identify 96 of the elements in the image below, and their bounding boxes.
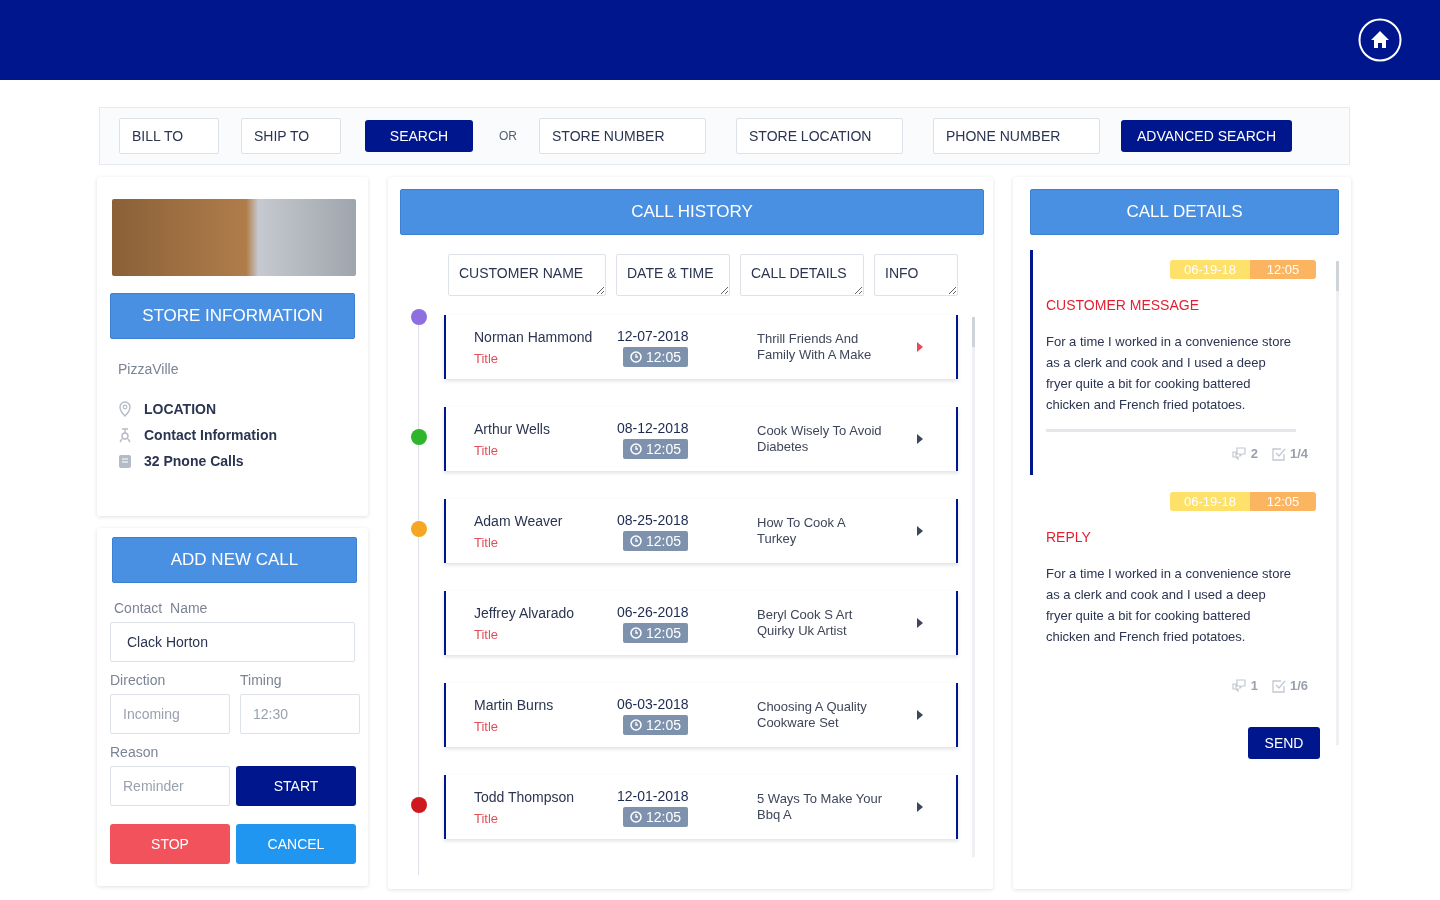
- message-text: For a time I worked in a convenience store as a clerk and cook and I used a deep fryer quite a bit for cooking battered chicken and French fried potatoes.: [1046, 565, 1292, 646]
- play-arrow-icon[interactable]: [917, 802, 923, 812]
- customer-name: Martin Burns: [474, 696, 555, 713]
- call-details-text: 5 Ways To Make Your Bbq A: [757, 791, 883, 823]
- search-field[interactable]: BILL TO: [119, 118, 219, 154]
- play-arrow-icon[interactable]: [917, 618, 923, 628]
- call-row[interactable]: Jeffrey Alvarado Title 06-26-2018 12:05 Beryl Cook S Art Quirky Uk Artist: [444, 591, 958, 655]
- message-heading: CUSTOMER MESSAGE: [1046, 297, 1200, 313]
- customer-title: Title: [474, 534, 500, 550]
- call-row[interactable]: Adam Weaver Title 08-25-2018 12:05 How To Cook A Turkey: [444, 499, 958, 563]
- task-count: 1/6: [1289, 678, 1308, 693]
- reason-field[interactable]: Reminder: [110, 766, 230, 806]
- comments-icon: [1230, 446, 1247, 461]
- call-time: 12:05: [646, 716, 682, 733]
- call-date: 08-25-2018: [617, 511, 690, 528]
- column-filter-field[interactable]: CUSTOMER NAME: [448, 254, 606, 296]
- search-field[interactable]: STORE NUMBER: [539, 118, 706, 154]
- call-time: 12:05: [646, 532, 682, 549]
- call-row[interactable]: Martin Burns Title 06-03-2018 12:05 Choosing A Quality Cookware Set: [444, 683, 958, 747]
- customer-title: Title: [474, 350, 500, 366]
- clock-icon: [630, 718, 642, 731]
- call-time: 12:05: [646, 808, 682, 825]
- call-history-header: CALL HISTORY: [400, 189, 984, 235]
- message-time: 12:05: [1250, 260, 1316, 279]
- call-time: 12:05: [646, 348, 682, 365]
- field-label: Contact Name: [114, 600, 209, 616]
- call-date: 08-12-2018: [617, 419, 690, 436]
- call-date: 12-01-2018: [617, 787, 690, 804]
- call-time: 12:05: [646, 440, 682, 457]
- call-date: 06-03-2018: [617, 695, 690, 712]
- play-arrow-icon[interactable]: [917, 526, 923, 536]
- start-button[interactable]: START: [236, 766, 356, 806]
- field-label: Direction: [110, 672, 167, 688]
- call-time: 12:05: [646, 624, 682, 641]
- home-icon[interactable]: [1358, 18, 1402, 62]
- customer-title: Title: [474, 442, 500, 458]
- person-icon: [118, 427, 132, 443]
- comment-count: 1: [1250, 678, 1258, 693]
- column-filter-field[interactable]: CALL DETAILS: [740, 254, 864, 296]
- location-pin-icon: [118, 401, 132, 417]
- customer-title: Title: [474, 626, 500, 642]
- timing-field[interactable]: 12:30: [240, 694, 360, 734]
- customer-name: Todd Thompson: [474, 788, 576, 805]
- contact-name-field[interactable]: Clack Horton: [110, 622, 355, 662]
- clock-icon: [630, 810, 642, 823]
- message-date: 06-19-18: [1170, 260, 1250, 279]
- comments-icon: [1230, 678, 1247, 693]
- call-row[interactable]: Todd Thompson Title 12-01-2018 12:05 5 Ways To Make Your Bbq A: [444, 775, 958, 839]
- send-button[interactable]: SEND: [1248, 727, 1320, 759]
- store-name: PizzaVille: [118, 361, 180, 377]
- clock-icon: [630, 534, 642, 547]
- store-info-item[interactable]: Contact Information: [144, 427, 277, 443]
- task-count: 1/4: [1289, 446, 1308, 461]
- call-row[interactable]: Arthur Wells Title 08-12-2018 12:05 Cook Wisely To Avoid Diabetes: [444, 407, 958, 471]
- call-details-text: Beryl Cook S Art Quirky Uk Artist: [757, 607, 854, 639]
- advanced-search-button[interactable]: ADVANCED SEARCH: [1121, 120, 1292, 152]
- clock-icon: [630, 626, 642, 639]
- customer-title: Title: [474, 718, 500, 734]
- search-field[interactable]: STORE LOCATION: [736, 118, 903, 154]
- play-arrow-icon[interactable]: [917, 434, 923, 444]
- message-time: 12:05: [1250, 492, 1316, 511]
- document-icon: [118, 453, 132, 469]
- or-label: OR: [499, 129, 517, 143]
- store-info-item[interactable]: 32 Pnone Calls: [144, 453, 244, 469]
- call-details-header: CALL DETAILS: [1030, 189, 1339, 235]
- message-heading: REPLY: [1046, 529, 1092, 545]
- store-info-item[interactable]: LOCATION: [144, 401, 217, 417]
- search-button[interactable]: SEARCH: [365, 120, 473, 152]
- field-label: Reason: [110, 744, 160, 760]
- field-label: Timing: [240, 672, 283, 688]
- direction-field[interactable]: Incoming: [110, 694, 230, 734]
- customer-title: Title: [474, 810, 500, 826]
- message-text: For a time I worked in a convenience store as a clerk and cook and I used a deep fryer quite a bit for cooking battered chicken and French fried potatoes.: [1046, 333, 1292, 414]
- call-date: 12-07-2018: [617, 327, 690, 344]
- customer-name: Arthur Wells: [474, 420, 551, 437]
- call-details-text: Cook Wisely To Avoid Diabetes: [757, 423, 883, 455]
- column-filter-field[interactable]: DATE & TIME: [616, 254, 730, 296]
- call-row[interactable]: Norman Hammond Title 12-07-2018 12:05 Thrill Friends And Family With A Make: [444, 315, 958, 379]
- clock-icon: [630, 350, 642, 363]
- call-details-text: How To Cook A Turkey: [757, 515, 847, 547]
- column-filter-field[interactable]: INFO: [874, 254, 958, 296]
- message-date: 06-19-18: [1170, 492, 1250, 511]
- search-field[interactable]: SHIP TO: [241, 118, 341, 154]
- customer-name: Jeffrey Alvarado: [474, 604, 576, 621]
- call-details-text: Choosing A Quality Cookware Set: [757, 699, 868, 731]
- call-details-text: Thrill Friends And Family With A Make: [757, 331, 873, 363]
- checkbox-icon: [1271, 678, 1286, 693]
- clock-icon: [630, 442, 642, 455]
- message-card[interactable]: 06-19-18 12:05 CUSTOMER MESSAGE For a time I worked in a convenience store as a clerk and cook and I used a deep fryer quite a bit for cooking battered chicken and French fried potatoes. 2 1/4: [1030, 250, 1320, 475]
- customer-name: Norman Hammond: [474, 328, 594, 345]
- play-arrow-icon[interactable]: [917, 710, 923, 720]
- customer-name: Adam Weaver: [474, 512, 564, 529]
- call-date: 06-26-2018: [617, 603, 690, 620]
- search-field[interactable]: PHONE NUMBER: [933, 118, 1100, 154]
- comment-count: 2: [1250, 446, 1258, 461]
- checkbox-icon: [1271, 446, 1286, 461]
